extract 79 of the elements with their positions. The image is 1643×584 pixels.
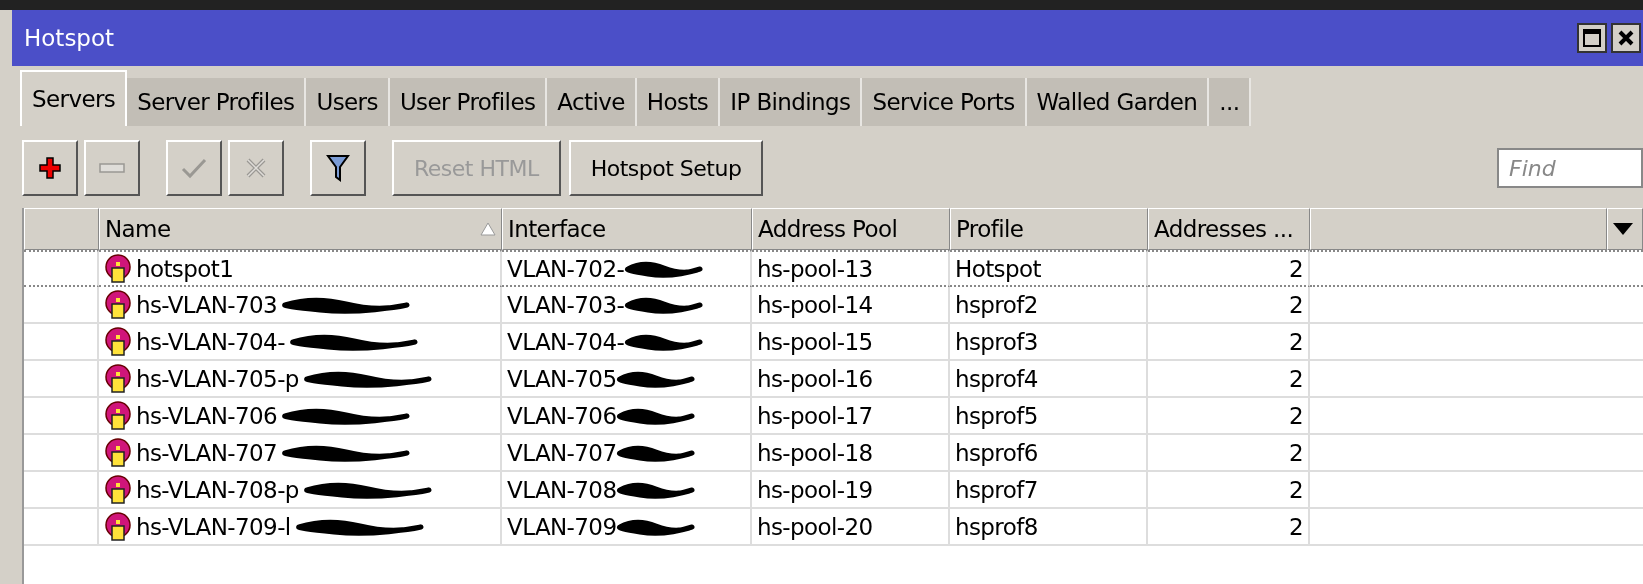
table-cell: 2 xyxy=(1288,255,1303,282)
column-menu-button[interactable] xyxy=(1607,208,1643,250)
table-cell: 2 xyxy=(1288,476,1303,503)
tab[interactable]: Service Ports xyxy=(862,78,1027,126)
column-header[interactable]: Profile xyxy=(950,208,1148,250)
info-icon xyxy=(104,253,132,284)
table-cell: VLAN-703- xyxy=(507,291,625,318)
table-cell: hs-pool-15 xyxy=(757,328,873,355)
table-cell: VLAN-704- xyxy=(507,328,625,355)
table-cell: VLAN-702- xyxy=(507,255,625,282)
table-cell: 2 xyxy=(1288,291,1303,318)
column-header[interactable]: Addresses ... xyxy=(1148,208,1310,250)
table-cell: hotspot1 xyxy=(136,255,234,282)
column-header[interactable]: Address Pool xyxy=(752,208,950,250)
maximize-icon xyxy=(1582,28,1602,48)
plus-icon xyxy=(38,156,62,180)
table-cell: hs-VLAN-707 xyxy=(136,439,278,466)
table-cell: 2 xyxy=(1288,365,1303,392)
maximize-button[interactable] xyxy=(1577,23,1607,53)
tab[interactable]: Server Profiles xyxy=(127,78,307,126)
info-icon xyxy=(104,289,132,320)
tab[interactable]: User Profiles xyxy=(389,78,548,126)
find-field[interactable]: Find xyxy=(1497,148,1643,188)
info-icon xyxy=(104,400,132,431)
table-cell: 2 xyxy=(1288,328,1303,355)
table-cell: VLAN-707 xyxy=(507,439,617,466)
column-header[interactable]: Interface xyxy=(502,208,752,250)
toolbar-button[interactable]: Hotspot Setup xyxy=(568,140,764,196)
filter-icon xyxy=(326,154,350,182)
minus-icon xyxy=(99,163,125,173)
tab[interactable]: Walled Garden xyxy=(1026,78,1210,126)
table-cell: hs-pool-13 xyxy=(757,255,873,282)
table-cell: hs-pool-19 xyxy=(757,476,873,503)
filter-button[interactable] xyxy=(310,140,366,196)
table-cell: hs-pool-16 xyxy=(757,365,873,392)
table-cell: hs-VLAN-706 xyxy=(136,402,278,429)
info-icon xyxy=(104,363,132,394)
table-cell: hsprof5 xyxy=(955,402,1038,429)
table-cell: 2 xyxy=(1288,439,1303,466)
window-title: Hotspot xyxy=(24,25,115,51)
table-cell: hs-VLAN-705-p xyxy=(136,365,299,392)
tab[interactable]: ... xyxy=(1209,78,1252,126)
cross-icon xyxy=(245,157,267,179)
column-header[interactable]: Name xyxy=(99,208,502,250)
table-cell: hsprof3 xyxy=(955,328,1038,355)
check-icon xyxy=(181,157,207,179)
add-button[interactable] xyxy=(22,140,78,196)
tab[interactable]: Active xyxy=(547,78,637,126)
table-cell: 2 xyxy=(1288,402,1303,429)
info-icon xyxy=(104,511,132,542)
tab[interactable]: Servers xyxy=(20,70,128,126)
table-cell: hs-pool-18 xyxy=(757,439,873,466)
close-button[interactable] xyxy=(1611,23,1641,53)
table-cell: hsprof6 xyxy=(955,439,1038,466)
info-icon xyxy=(104,474,132,505)
table-cell: hsprof4 xyxy=(955,365,1038,392)
table-cell: hs-pool-14 xyxy=(757,291,873,318)
table-cell: hs-VLAN-704- xyxy=(136,328,285,355)
table-cell: 2 xyxy=(1288,513,1303,540)
table-cell: hs-VLAN-703 xyxy=(136,291,278,318)
tab[interactable]: Hosts xyxy=(636,78,721,126)
close-icon xyxy=(1617,29,1635,47)
table-cell: VLAN-709 xyxy=(507,513,617,540)
dropdown-arrow-icon xyxy=(1613,223,1633,235)
table-cell: VLAN-708 xyxy=(507,476,617,503)
table-cell: hsprof2 xyxy=(955,291,1038,318)
table-cell: VLAN-705 xyxy=(507,365,617,392)
table-cell: Hotspot xyxy=(955,255,1041,282)
tab[interactable]: Users xyxy=(306,78,390,126)
tab[interactable]: IP Bindings xyxy=(720,78,863,126)
table-cell: hsprof7 xyxy=(955,476,1038,503)
info-icon xyxy=(104,326,132,357)
table-cell: VLAN-706 xyxy=(507,402,617,429)
table-cell: hs-pool-17 xyxy=(757,402,873,429)
table-cell: hsprof8 xyxy=(955,513,1038,540)
table-cell: hs-VLAN-708-p xyxy=(136,476,299,503)
table-cell: hs-VLAN-709-l xyxy=(136,513,291,540)
info-icon xyxy=(104,437,132,468)
table-cell: hs-pool-20 xyxy=(757,513,873,540)
